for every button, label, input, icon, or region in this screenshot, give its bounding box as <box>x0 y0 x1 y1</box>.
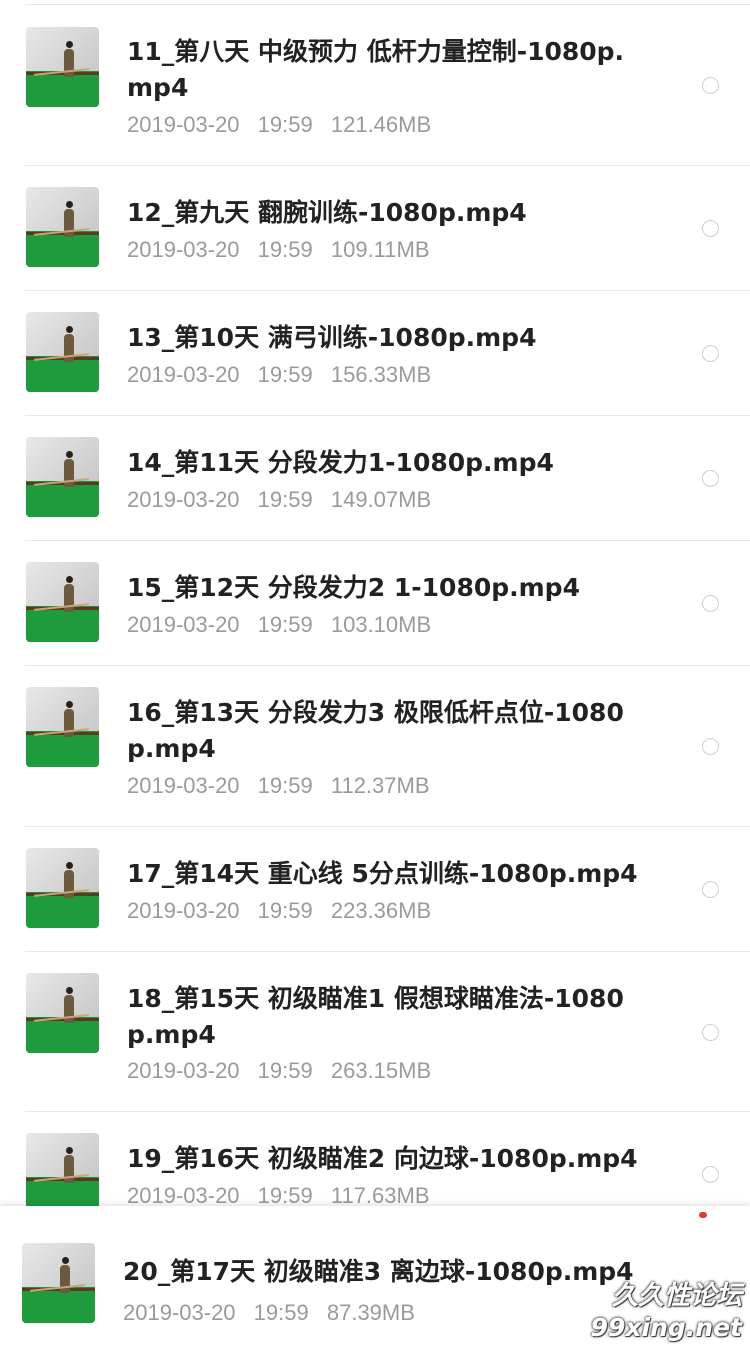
file-title: 18_第15天 初级瞄准1 假想球瞄准法-1080p.mp4 <box>127 984 624 1049</box>
file-meta: 2019-03-20 19:59 121.46MB <box>127 112 443 138</box>
divider <box>25 951 750 952</box>
divider <box>25 826 750 827</box>
video-thumbnail-icon[interactable] <box>26 562 99 642</box>
watermark-line1: 久久性论坛 <box>611 1281 742 1311</box>
file-date: 2019-03-20 <box>123 1300 236 1325</box>
video-thumbnail-icon[interactable] <box>22 1243 95 1323</box>
video-thumbnail-icon[interactable] <box>26 312 99 392</box>
video-thumbnail-icon[interactable] <box>26 437 99 517</box>
file-meta: 2019-03-20 19:59 109.11MB <box>127 237 442 263</box>
video-thumbnail-icon[interactable] <box>26 1133 99 1213</box>
select-radio[interactable] <box>702 220 719 237</box>
divider <box>25 540 750 541</box>
file-date: 2019-03-20 <box>127 362 240 387</box>
select-radio[interactable] <box>702 1166 719 1183</box>
file-date: 2019-03-20 <box>127 1183 240 1208</box>
file-title: 17_第14天 重心线 5分点训练-1080p.mp4 <box>127 859 638 888</box>
file-meta: 2019-03-20 19:59 156.33MB <box>127 362 443 388</box>
divider <box>25 1111 750 1112</box>
video-thumbnail-icon[interactable] <box>26 973 99 1053</box>
file-date: 2019-03-20 <box>127 1058 240 1083</box>
file-title: 20_第17天 初级瞄准3 离边球-1080p.mp4 <box>123 1257 634 1286</box>
select-radio[interactable] <box>702 1024 719 1041</box>
file-size: 121.46MB <box>330 112 432 137</box>
file-date: 2019-03-20 <box>127 112 240 137</box>
file-size: 263.15MB <box>330 1058 432 1083</box>
file-size: 112.37MB <box>330 773 430 798</box>
file-date: 2019-03-20 <box>127 237 240 262</box>
notification-dot <box>699 1212 707 1218</box>
file-size: 109.11MB <box>330 237 430 262</box>
file-title: 14_第11天 分段发力1-1080p.mp4 <box>127 448 554 477</box>
file-time: 19:59 <box>257 112 313 137</box>
select-radio[interactable] <box>702 738 719 755</box>
divider <box>25 165 750 166</box>
file-time: 19:59 <box>257 898 313 923</box>
select-radio[interactable] <box>702 470 719 487</box>
file-size: 103.10MB <box>330 612 432 637</box>
video-thumbnail-icon[interactable] <box>26 187 99 267</box>
file-date: 2019-03-20 <box>127 773 240 798</box>
file-meta: 2019-03-20 19:59 223.36MB <box>127 898 443 924</box>
file-date: 2019-03-20 <box>127 487 240 512</box>
select-radio[interactable] <box>702 595 719 612</box>
file-size: 156.33MB <box>330 362 432 387</box>
file-meta: 2019-03-20 19:59 112.37MB <box>127 773 442 799</box>
file-time: 19:59 <box>257 612 313 637</box>
file-title: 15_第12天 分段发力2 1-1080p.mp4 <box>127 573 580 602</box>
file-title: 12_第九天 翻腕训练-1080p.mp4 <box>127 198 527 227</box>
watermark: 久久性论坛 99xing.net <box>591 1280 742 1344</box>
file-meta: 2019-03-20 19:59 263.15MB <box>127 1058 443 1084</box>
video-thumbnail-icon[interactable] <box>26 687 99 767</box>
video-thumbnail-icon[interactable] <box>26 848 99 928</box>
divider <box>25 665 750 666</box>
file-date: 2019-03-20 <box>127 612 240 637</box>
file-meta: 2019-03-20 19:59 149.07MB <box>127 487 443 513</box>
file-meta: 2019-03-20 19:59 103.10MB <box>127 612 443 638</box>
select-radio[interactable] <box>702 77 719 94</box>
file-size: 223.36MB <box>330 898 432 923</box>
file-meta: 2019-03-20 19:59 87.39MB <box>123 1300 427 1326</box>
file-size: 117.63MB <box>330 1183 430 1208</box>
divider <box>25 415 750 416</box>
file-size: 149.07MB <box>330 487 432 512</box>
select-radio[interactable] <box>702 345 719 362</box>
watermark-line2: 99xing.net <box>590 1313 742 1342</box>
file-time: 19:59 <box>257 773 313 798</box>
file-time: 19:59 <box>257 237 313 262</box>
divider <box>25 290 750 291</box>
file-title: 11_第八天 中级预力 低杆力量控制-1080p.mp4 <box>127 37 625 102</box>
select-radio[interactable] <box>702 881 719 898</box>
file-time: 19:59 <box>257 1183 313 1208</box>
file-title: 19_第16天 初级瞄准2 向边球-1080p.mp4 <box>127 1144 638 1173</box>
file-title: 16_第13天 分段发力3 极限低杆点位-1080p.mp4 <box>127 698 624 763</box>
file-title: 13_第10天 满弓训练-1080p.mp4 <box>127 323 537 352</box>
file-size: 87.39MB <box>326 1300 415 1325</box>
divider <box>25 4 750 5</box>
video-thumbnail-icon[interactable] <box>26 27 99 107</box>
file-date: 2019-03-20 <box>127 898 240 923</box>
file-time: 19:59 <box>257 487 313 512</box>
file-time: 19:59 <box>257 1058 313 1083</box>
file-time: 19:59 <box>257 362 313 387</box>
file-time: 19:59 <box>253 1300 309 1325</box>
